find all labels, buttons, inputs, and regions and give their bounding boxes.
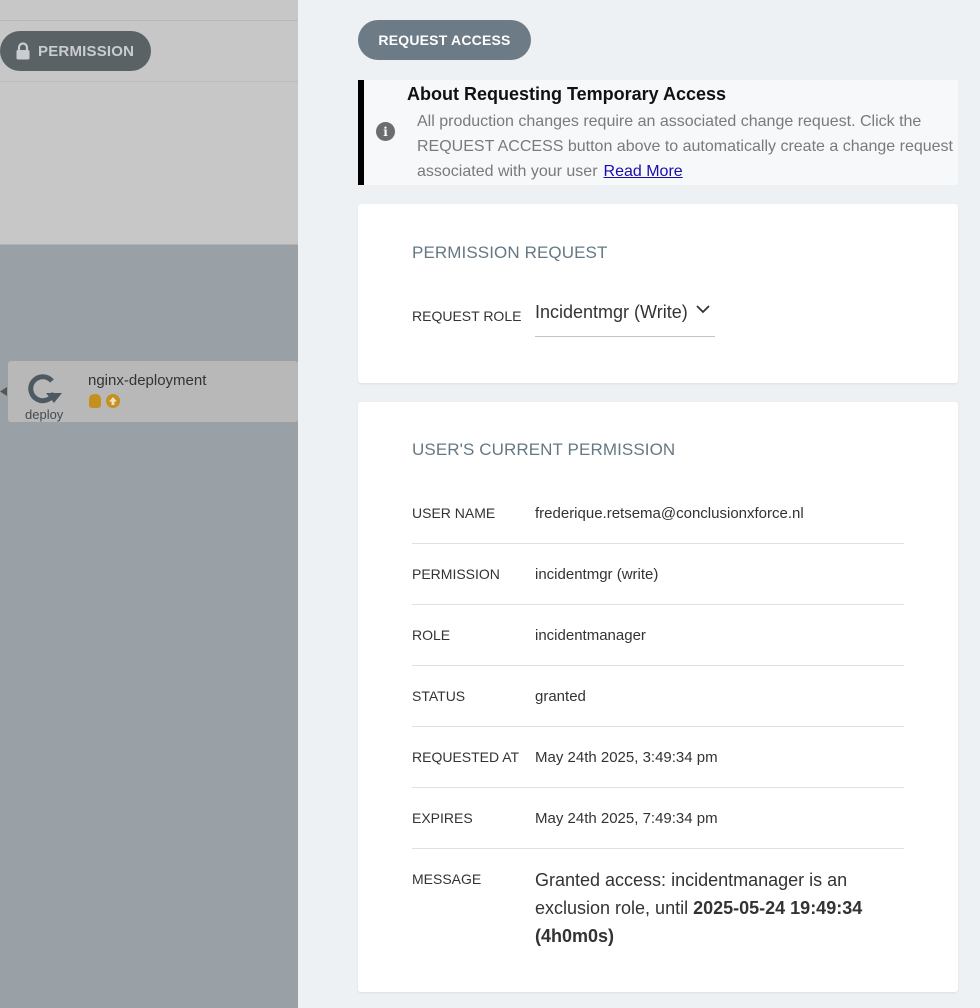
edge-arrow-icon bbox=[0, 387, 7, 396]
deployment-node[interactable]: deploy nginx-deployment bbox=[8, 361, 298, 422]
permission-request-card: PERMISSION REQUEST REQUEST ROLE Incident… bbox=[358, 204, 958, 383]
upload-badge-icon bbox=[106, 394, 120, 408]
row-label-requested-at: REQUESTED AT bbox=[412, 749, 520, 765]
arrow-up-icon bbox=[109, 397, 117, 405]
row-value-permission: incidentmgr (write) bbox=[535, 566, 659, 583]
ghost-badge-icon bbox=[89, 394, 101, 408]
row-value-user-name: frederique.retsema@conclusionxforce.nl bbox=[535, 505, 804, 522]
permission-request-title: PERMISSION REQUEST bbox=[412, 243, 608, 262]
row-value-status: granted bbox=[535, 688, 586, 705]
row-label-role: ROLE bbox=[412, 627, 451, 643]
table-row: STATUS granted bbox=[412, 666, 904, 727]
permission-pill[interactable]: PERMISSION bbox=[0, 31, 151, 71]
row-value-requested-at: May 24th 2025, 3:49:34 pm bbox=[535, 749, 718, 766]
background-header: PERMISSION bbox=[0, 0, 298, 245]
info-text: All production changes require an associ… bbox=[417, 113, 953, 180]
request-role-label: REQUEST ROLE bbox=[412, 308, 522, 324]
info-icon: i bbox=[376, 122, 395, 141]
chevron-down-icon bbox=[696, 305, 710, 314]
request-access-button[interactable]: REQUEST ACCESS bbox=[358, 20, 531, 60]
table-row: PERMISSION incidentmgr (write) bbox=[412, 544, 904, 605]
row-label-message: MESSAGE bbox=[412, 871, 482, 887]
current-permission-title: USER'S CURRENT PERMISSION bbox=[412, 440, 676, 459]
row-value-role: incidentmanager bbox=[535, 627, 646, 644]
row-label-permission: PERMISSION bbox=[412, 566, 500, 582]
table-row: REQUESTED AT May 24th 2025, 3:49:34 pm bbox=[412, 727, 904, 788]
row-value-message: Granted access: incidentmanager is an ex… bbox=[535, 866, 895, 950]
row-label-user-name: USER NAME bbox=[412, 505, 496, 521]
lock-icon bbox=[16, 42, 30, 60]
deploy-icon bbox=[28, 374, 62, 404]
permission-pill-label: PERMISSION bbox=[38, 42, 135, 60]
table-row: MESSAGE Granted access: incidentmanager … bbox=[412, 849, 904, 979]
row-label-status: STATUS bbox=[412, 688, 466, 704]
node-name: nginx-deployment bbox=[88, 372, 207, 389]
read-more-link[interactable]: Read More bbox=[604, 163, 683, 180]
row-label-expires: EXPIRES bbox=[412, 810, 473, 826]
info-body: All production changes require an associ… bbox=[417, 109, 957, 184]
row-value-expires: May 24th 2025, 7:49:34 pm bbox=[535, 810, 718, 827]
node-type-label: deploy bbox=[25, 407, 64, 422]
table-row: ROLE incidentmanager bbox=[412, 605, 904, 666]
table-row: USER NAME frederique.retsema@conclusionx… bbox=[412, 483, 904, 544]
table-row: EXPIRES May 24th 2025, 7:49:34 pm bbox=[412, 788, 904, 849]
info-title: About Requesting Temporary Access bbox=[407, 84, 727, 104]
request-role-select[interactable]: Incidentmgr (Write) bbox=[535, 298, 715, 337]
background-top-strip bbox=[0, 0, 298, 21]
background-divider bbox=[0, 81, 298, 82]
current-permission-card: USER'S CURRENT PERMISSION USER NAME fred… bbox=[358, 402, 958, 992]
permission-side-panel: REQUEST ACCESS i About Requesting Tempor… bbox=[298, 0, 980, 1008]
permission-details-table: USER NAME frederique.retsema@conclusionx… bbox=[412, 483, 904, 979]
request-role-value: Incidentmgr (Write) bbox=[535, 302, 688, 322]
background-app-overlay: PERMISSION deploy nginx-deployment bbox=[0, 0, 298, 1008]
info-callout: i About Requesting Temporary Access All … bbox=[358, 80, 958, 185]
